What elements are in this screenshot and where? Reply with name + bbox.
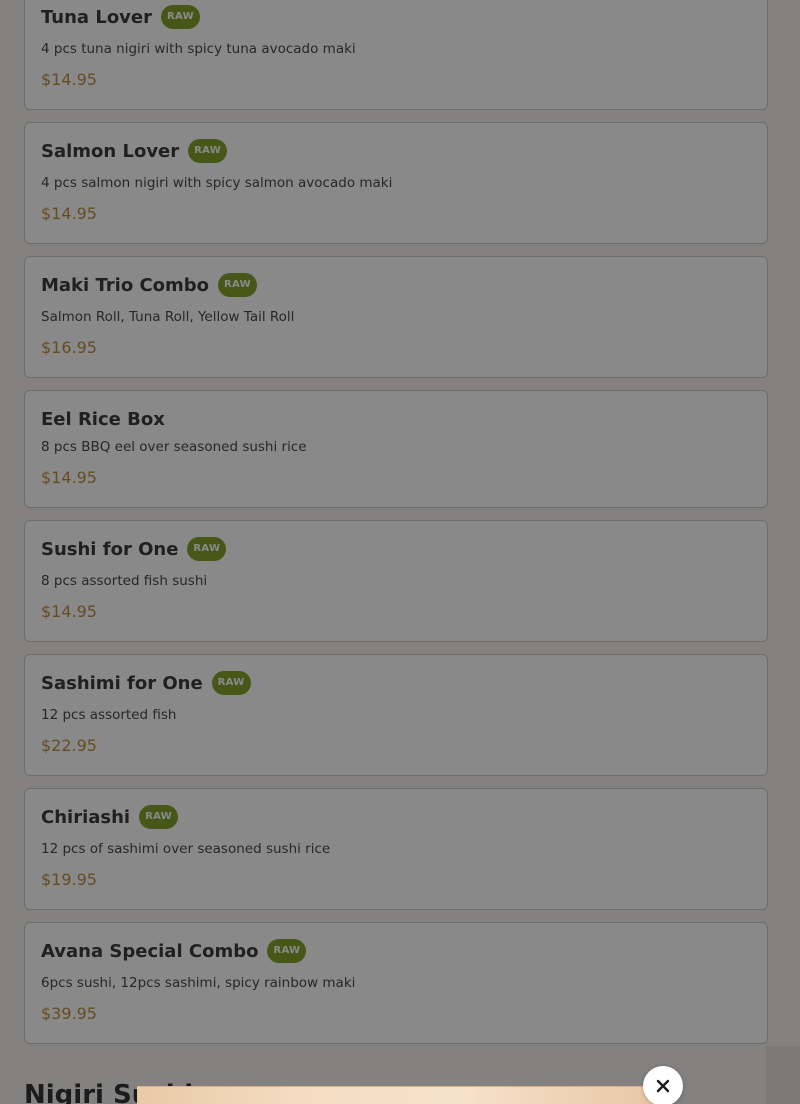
modal-close-button[interactable] <box>643 1066 683 1104</box>
modal-backdrop[interactable] <box>0 0 800 1104</box>
modal-food-image <box>137 1086 665 1104</box>
modal-backdrop-edge <box>766 1046 800 1104</box>
close-icon <box>656 1079 670 1093</box>
